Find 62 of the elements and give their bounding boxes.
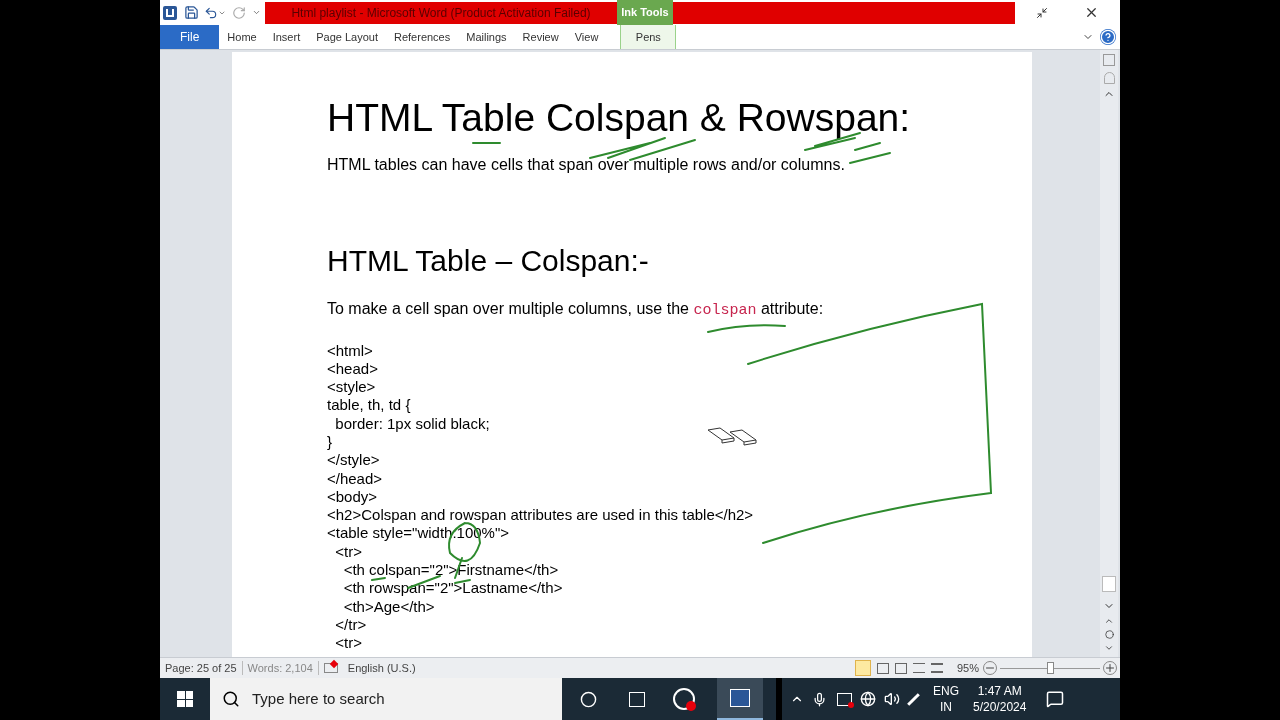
window-title: Html playlist - Microsoft Word (Product Activation Failed)	[291, 4, 591, 22]
code-line: <tr>	[334, 542, 363, 562]
code-line: </tr>	[334, 615, 367, 635]
ribbon-tab[interactable]: Pens	[620, 25, 677, 49]
next-page-icon[interactable]	[1104, 643, 1114, 653]
code-line: border: 1px solid black;	[334, 414, 490, 433]
code-line: <th rowspan="2">Lastname</th>	[342, 579, 563, 598]
outline-icon[interactable]	[912, 663, 925, 673]
file-tab[interactable]: File	[160, 25, 220, 49]
ribbon-tab[interactable]: References	[386, 25, 459, 49]
zoom-slider-thumb[interactable]	[1047, 662, 1054, 674]
zoom-in-icon[interactable]	[1103, 661, 1117, 675]
close-icon[interactable]	[1084, 5, 1099, 20]
code-line: }	[327, 433, 332, 452]
code-line: <head>	[327, 359, 378, 379]
ribbon-tab[interactable]: Page Layout	[308, 25, 386, 49]
draft-icon[interactable]	[930, 663, 943, 673]
customize-icon[interactable]	[252, 8, 261, 17]
paragraph: To make a cell span over multiple columns, use the colspan attribute:	[327, 299, 825, 321]
clock-date[interactable]: 5/20/2024	[973, 699, 1027, 715]
search-field[interactable]: Type here to search	[210, 678, 562, 720]
section-heading: HTML Table – Colspan:-	[327, 243, 650, 279]
ribbon-tab[interactable]: View	[566, 25, 607, 49]
code-line: <tr>	[334, 634, 363, 653]
search-icon	[222, 690, 240, 708]
paragraph: HTML tables can have cells that span over multiple rows and/or columns.	[327, 155, 846, 175]
code-line: </head>	[327, 469, 383, 488]
code-line: <body>	[327, 487, 378, 507]
restore-icon[interactable]	[1036, 6, 1048, 19]
ribbon-tab[interactable]: Mailings	[458, 25, 515, 49]
page-count[interactable]: Page: 25 of 25	[165, 659, 237, 677]
input-language[interactable]: ENG	[933, 683, 959, 699]
code-line: <html>	[327, 341, 373, 360]
language-status[interactable]: English (U.S.)	[347, 659, 416, 677]
clock-time[interactable]: 1:47 AM	[977, 683, 1022, 699]
undo-icon[interactable]	[204, 5, 218, 20]
context-tab-group: Ink Tools	[617, 0, 673, 25]
start-icon[interactable]	[177, 691, 193, 707]
cortana-icon[interactable]	[580, 690, 597, 708]
code-line: <h2>Colspan and rowspan attributes are used in this table</h2>	[327, 506, 754, 525]
volume-icon[interactable]	[884, 691, 900, 707]
browse-object-icon[interactable]	[1104, 630, 1114, 639]
save-icon[interactable]	[184, 5, 199, 20]
ribbon-tab[interactable]: Home	[219, 25, 265, 49]
ribbon-tab[interactable]: Review	[514, 25, 567, 49]
zoom-level[interactable]: 95%	[956, 659, 979, 677]
previous-page-icon[interactable]	[1104, 616, 1114, 626]
microphone-icon[interactable]	[812, 691, 827, 707]
search-input[interactable]: Type here to search	[252, 687, 532, 711]
network-icon[interactable]	[860, 691, 876, 707]
scroll-thumb[interactable]	[1102, 576, 1116, 592]
input-region[interactable]: IN	[940, 699, 952, 715]
zoom-slider[interactable]	[1000, 661, 1100, 675]
code-line: </style>	[327, 451, 380, 470]
notifications-icon[interactable]	[1046, 690, 1065, 708]
ribbon-tab[interactable]: Insert	[264, 25, 309, 49]
code-line: table, th, td {	[327, 396, 411, 415]
help-icon[interactable]	[1100, 29, 1116, 45]
word-logo-icon	[163, 5, 177, 20]
document-title: HTML Table Colspan & Rowspan:	[327, 95, 912, 141]
code-line: <th>Age</th>	[342, 597, 435, 616]
code-line: <style>	[327, 378, 376, 397]
